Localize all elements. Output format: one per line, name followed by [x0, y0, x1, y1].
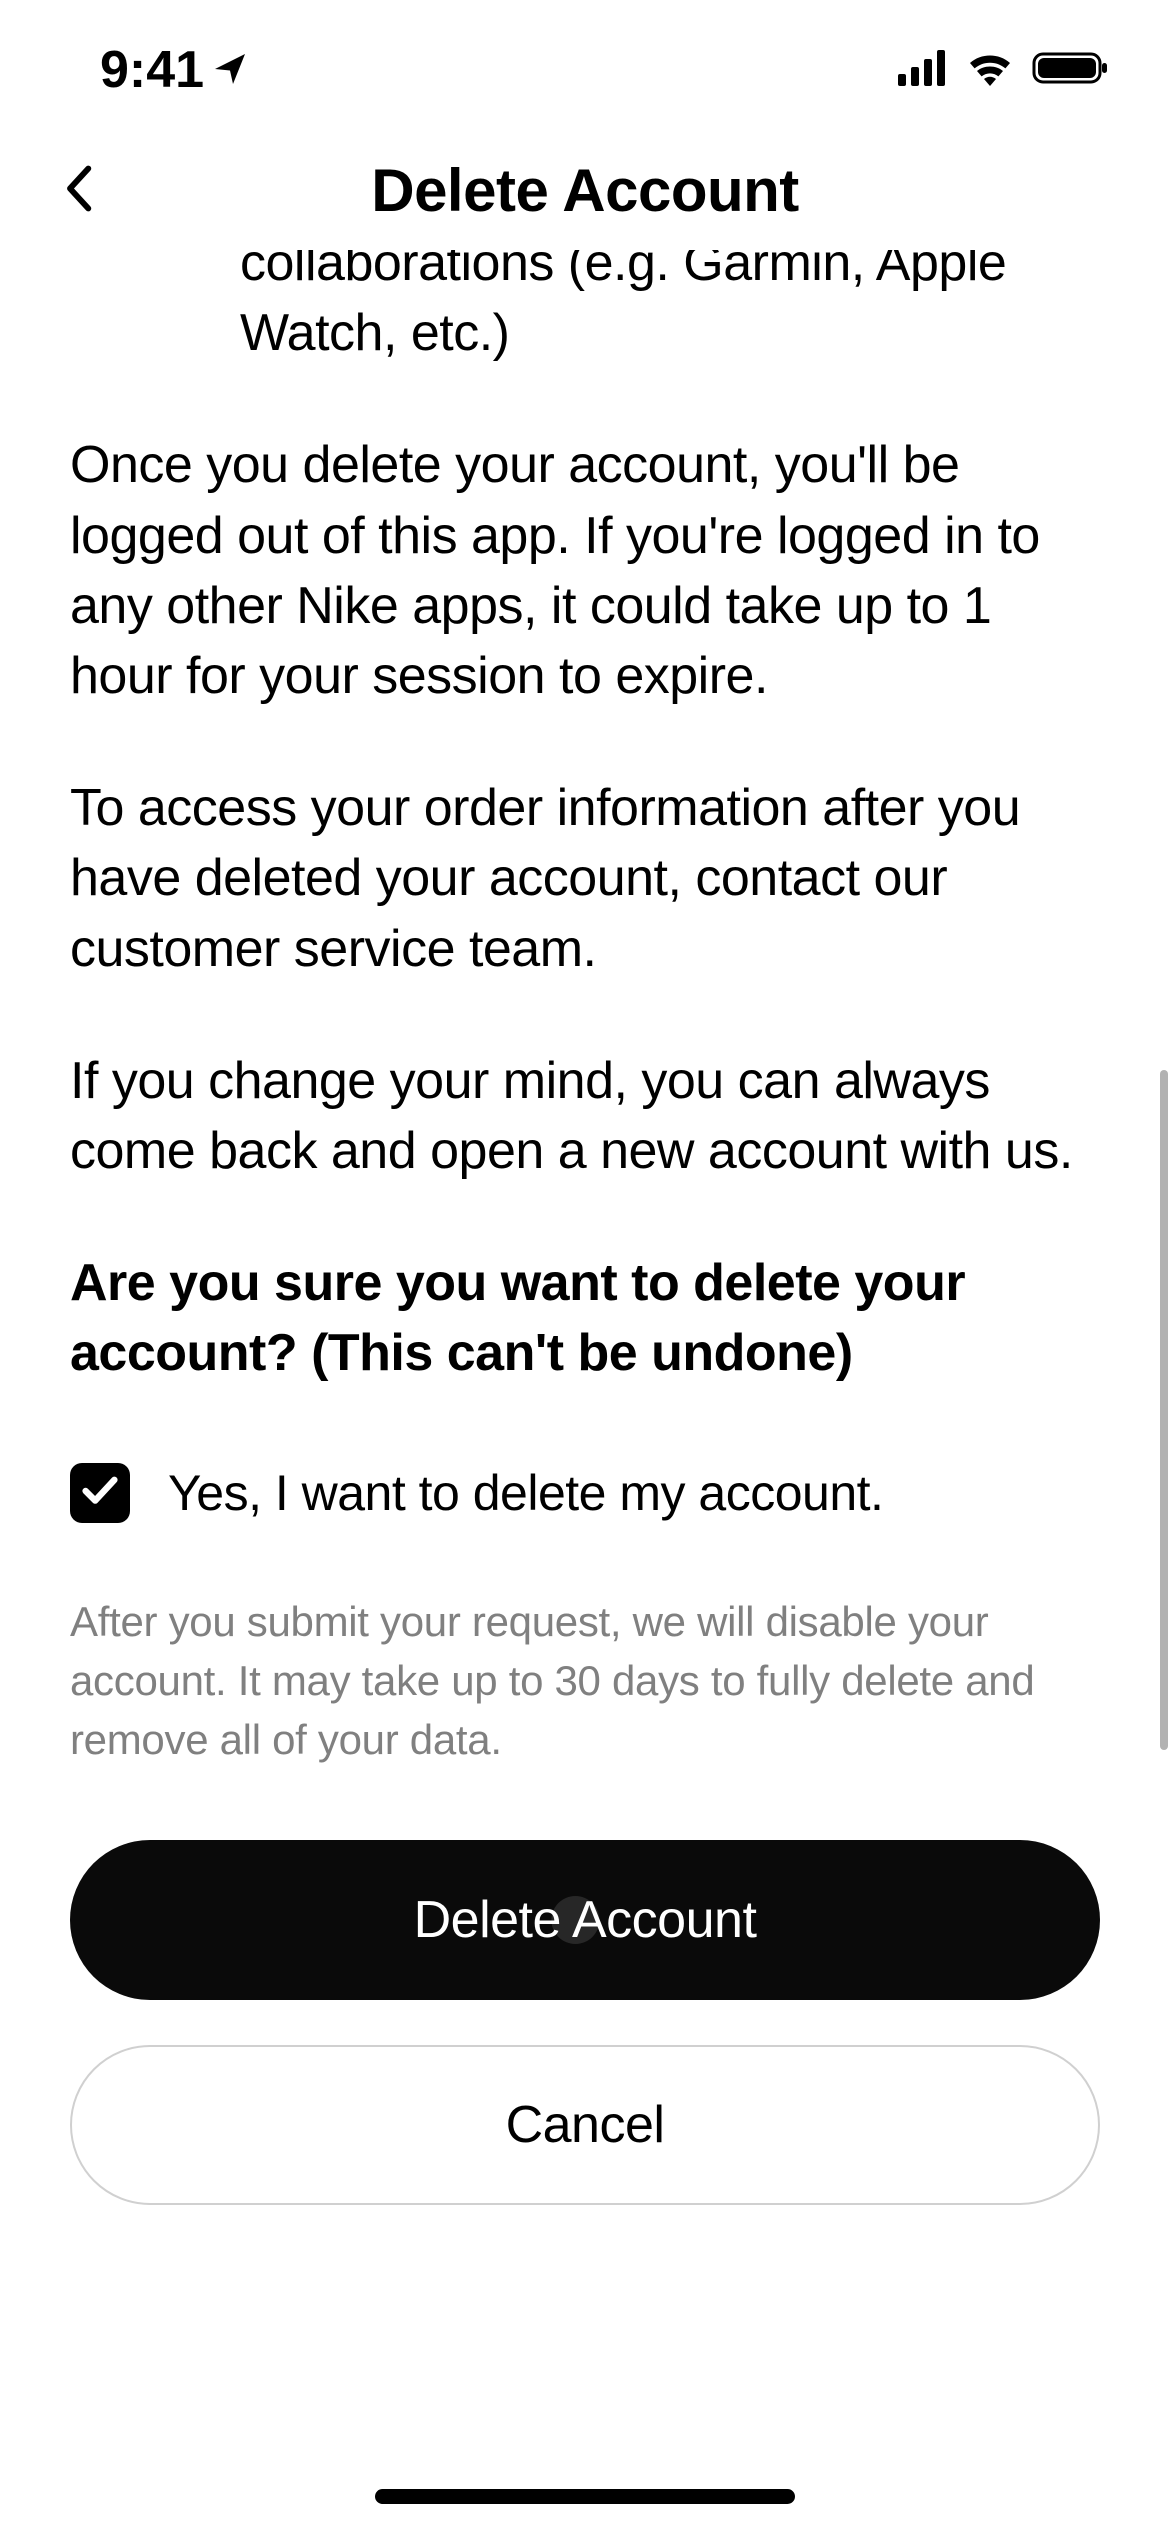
checkmark-icon — [80, 1475, 120, 1512]
delete-account-button[interactable]: Delete Account — [70, 1840, 1100, 2000]
status-time-group: 9:41 — [100, 40, 248, 100]
partial-list-item: collaborations (e.g. Garmin, Apple Watch… — [70, 250, 1100, 368]
status-indicators — [898, 50, 1110, 91]
info-paragraph-1: Once you delete your account, you'll be … — [70, 430, 1100, 711]
cancel-button[interactable]: Cancel — [70, 2045, 1100, 2205]
location-icon — [212, 40, 248, 100]
info-paragraph-3: If you change your mind, you can always … — [70, 1046, 1100, 1186]
main-content: collaborations (e.g. Garmin, Apple Watch… — [0, 250, 1170, 2205]
back-button[interactable] — [50, 154, 110, 227]
status-time: 9:41 — [100, 40, 204, 100]
button-group: Delete Account Cancel — [70, 1840, 1100, 2205]
checkbox-label: Yes, I want to delete my account. — [168, 1464, 883, 1522]
home-indicator[interactable] — [375, 2489, 795, 2504]
chevron-left-icon — [60, 202, 100, 217]
confirm-checkbox-row[interactable]: Yes, I want to delete my account. — [70, 1463, 1100, 1523]
confirm-checkbox[interactable] — [70, 1463, 130, 1523]
battery-icon — [1032, 50, 1110, 91]
cellular-icon — [898, 50, 948, 91]
info-paragraph-2: To access your order information after y… — [70, 773, 1100, 984]
fine-print: After you submit your request, we will d… — [70, 1593, 1100, 1769]
scroll-indicator[interactable] — [1160, 1070, 1168, 1750]
page-title: Delete Account — [371, 156, 799, 225]
wifi-icon — [966, 50, 1014, 91]
confirm-question: Are you sure you want to delete your acc… — [70, 1248, 1100, 1388]
status-bar: 9:41 — [0, 0, 1170, 130]
nav-header: Delete Account — [0, 130, 1170, 250]
